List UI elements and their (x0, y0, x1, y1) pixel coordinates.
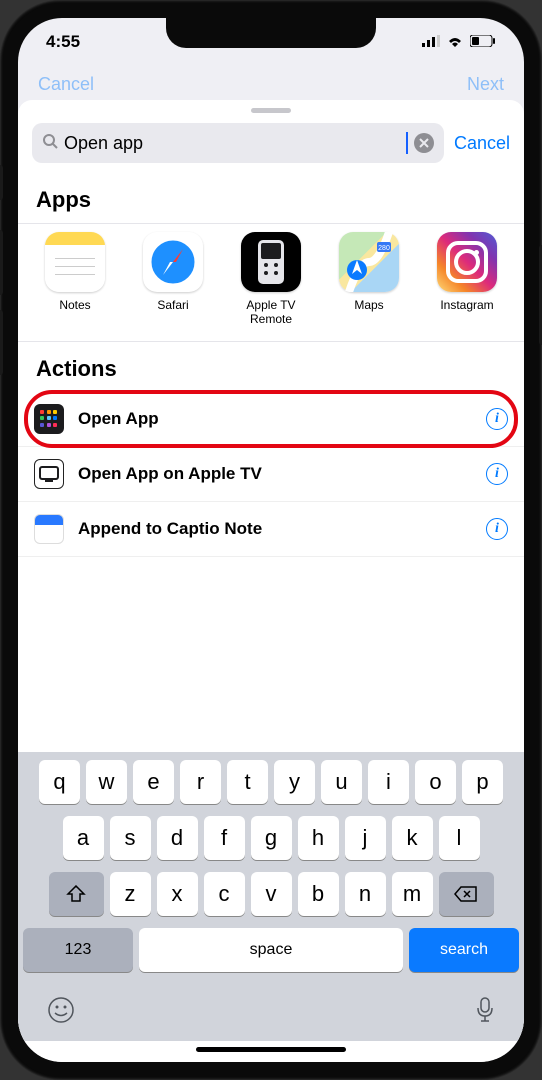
app-label: Notes (59, 298, 90, 312)
key-t[interactable]: t (227, 760, 268, 804)
svg-text:280: 280 (378, 245, 390, 252)
search-field[interactable] (32, 123, 444, 163)
app-instagram[interactable]: Instagram (424, 232, 510, 327)
keyboard-row-3: z x c v b n m (23, 872, 519, 916)
key-m[interactable]: m (392, 872, 433, 916)
key-n[interactable]: n (345, 872, 386, 916)
keyboard: q w e r t y u i o p a s d f g h (18, 752, 524, 1041)
key-x[interactable]: x (157, 872, 198, 916)
action-label: Open App (78, 409, 472, 429)
key-c[interactable]: c (204, 872, 245, 916)
info-icon[interactable]: i (486, 463, 508, 485)
cancel-button[interactable]: Cancel (454, 133, 510, 154)
battery-icon (470, 32, 496, 52)
app-label: Instagram (440, 298, 493, 312)
phone-frame: 4:55 Cancel Next (0, 0, 542, 1080)
volume-down (0, 310, 3, 375)
key-r[interactable]: r (180, 760, 221, 804)
captio-icon (34, 514, 64, 544)
key-q[interactable]: q (39, 760, 80, 804)
key-k[interactable]: k (392, 816, 433, 860)
apple-tv-remote-icon (241, 232, 301, 292)
app-label: Maps (354, 298, 383, 312)
search-row: Cancel (18, 123, 524, 173)
maps-icon: 280 (339, 232, 399, 292)
volume-up (0, 230, 3, 295)
key-z[interactable]: z (110, 872, 151, 916)
action-label: Append to Captio Note (78, 519, 472, 539)
keyboard-row-4: 123 space search (23, 928, 519, 972)
keyboard-row-1: q w e r t y u i o p (23, 760, 519, 804)
info-icon[interactable]: i (486, 518, 508, 540)
notch (166, 18, 376, 48)
results-scroll[interactable]: Apps Notes Safari (18, 173, 524, 752)
emoji-icon[interactable] (47, 996, 75, 1031)
key-search[interactable]: search (409, 928, 519, 972)
dictation-icon[interactable] (475, 996, 495, 1031)
key-j[interactable]: j (345, 816, 386, 860)
mute-switch (0, 165, 3, 200)
key-numbers[interactable]: 123 (23, 928, 133, 972)
info-icon[interactable]: i (486, 408, 508, 430)
status-indicators (422, 32, 496, 52)
action-append-captio[interactable]: Append to Captio Note i (18, 502, 524, 557)
apps-row: Notes Safari Apple TV Remote (18, 223, 524, 342)
key-y[interactable]: y (274, 760, 315, 804)
search-icon (42, 133, 58, 154)
notes-icon (45, 232, 105, 292)
key-s[interactable]: s (110, 816, 151, 860)
key-d[interactable]: d (157, 816, 198, 860)
app-safari[interactable]: Safari (130, 232, 216, 327)
app-label: Safari (157, 298, 188, 312)
actions-section-title: Actions (18, 342, 524, 392)
instagram-icon (437, 232, 497, 292)
safari-icon (143, 232, 203, 292)
key-g[interactable]: g (251, 816, 292, 860)
screen: 4:55 Cancel Next (18, 18, 524, 1062)
key-space[interactable]: space (139, 928, 403, 972)
text-cursor (406, 132, 408, 154)
key-b[interactable]: b (298, 872, 339, 916)
key-f[interactable]: f (204, 816, 245, 860)
key-h[interactable]: h (298, 816, 339, 860)
key-p[interactable]: p (462, 760, 503, 804)
app-notes[interactable]: Notes (32, 232, 118, 327)
apple-tv-action-icon (34, 459, 64, 489)
keyboard-footer (23, 984, 519, 1035)
apps-section-title: Apps (18, 173, 524, 223)
cellular-icon (422, 32, 440, 52)
sheet-grabber[interactable] (251, 108, 291, 113)
action-open-app-apple-tv[interactable]: Open App on Apple TV i (18, 447, 524, 502)
open-app-icon (34, 404, 64, 434)
key-a[interactable]: a (63, 816, 104, 860)
key-l[interactable]: l (439, 816, 480, 860)
app-label: Apple TV Remote (228, 298, 314, 327)
search-input[interactable] (64, 133, 400, 154)
key-shift[interactable] (49, 872, 104, 916)
keyboard-row-2: a s d f g h j k l (23, 816, 519, 860)
key-delete[interactable] (439, 872, 494, 916)
status-time: 4:55 (46, 32, 80, 52)
backdrop-next: Next (467, 74, 504, 102)
home-indicator[interactable] (196, 1047, 346, 1052)
clear-search-button[interactable] (414, 133, 434, 153)
key-u[interactable]: u (321, 760, 362, 804)
backdrop-cancel: Cancel (38, 74, 94, 102)
key-e[interactable]: e (133, 760, 174, 804)
action-list: Open App i Open App on Apple TV i Append… (18, 392, 524, 557)
search-sheet: Cancel Apps Notes Safari (18, 100, 524, 1062)
app-apple-tv-remote[interactable]: Apple TV Remote (228, 232, 314, 327)
key-i[interactable]: i (368, 760, 409, 804)
key-w[interactable]: w (86, 760, 127, 804)
key-o[interactable]: o (415, 760, 456, 804)
wifi-icon (446, 32, 464, 52)
key-v[interactable]: v (251, 872, 292, 916)
action-label: Open App on Apple TV (78, 464, 472, 484)
app-maps[interactable]: 280 Maps (326, 232, 412, 327)
action-open-app[interactable]: Open App i (18, 392, 524, 447)
